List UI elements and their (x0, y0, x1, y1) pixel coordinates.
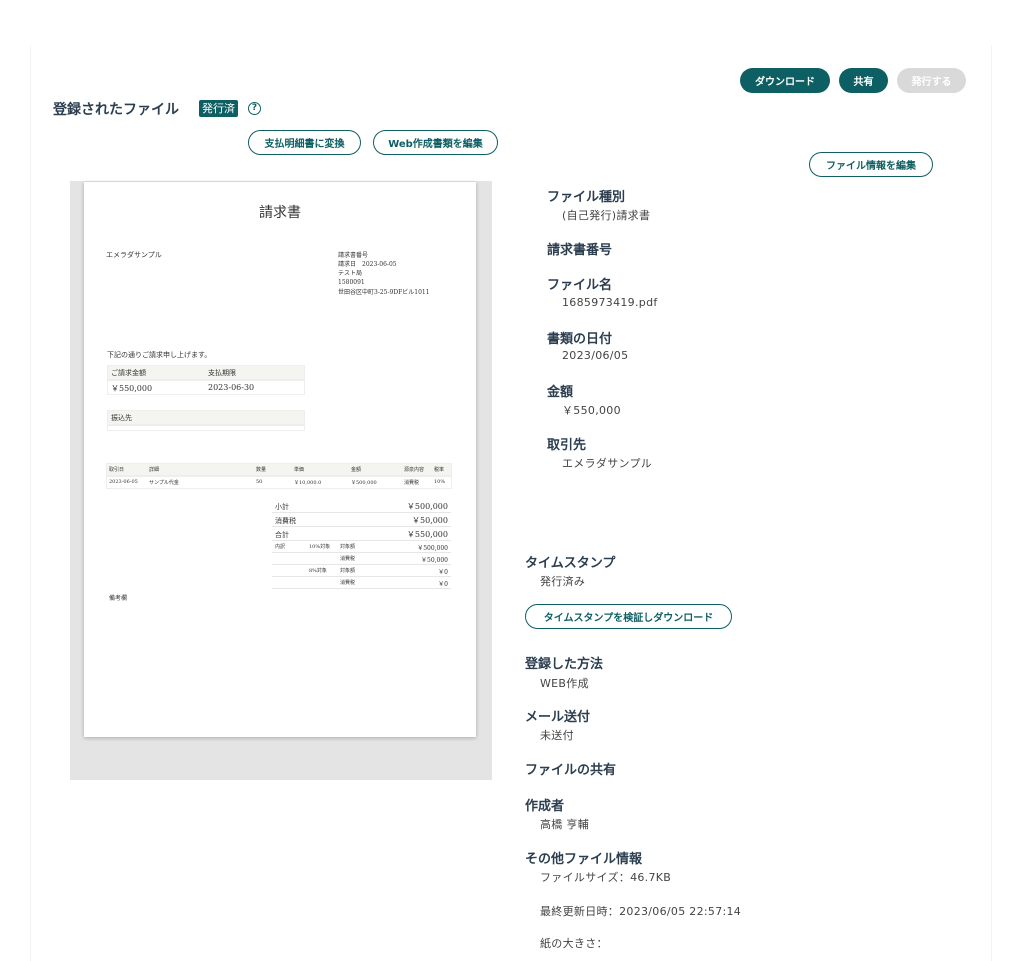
issuer-line: 1580091 (338, 279, 365, 286)
download-button[interactable]: ダウンロード (740, 68, 830, 93)
file-type-label: ファイル種別 (547, 190, 626, 205)
items-col-header: 取引日 (109, 467, 125, 473)
items-col-header: 数量 (256, 467, 267, 473)
tax-label: 消費税 (275, 517, 296, 525)
partner-label: 取引先 (547, 438, 587, 453)
totals-divider (272, 588, 451, 589)
totals-divider (272, 576, 451, 577)
r8-target: ￥0 (438, 569, 448, 576)
invoice-recipient: エメラダサンプル (106, 251, 162, 259)
status-badge: 発行済 (199, 100, 238, 117)
document-date-label: 書類の日付 (547, 332, 613, 347)
invoice-title: 請求書 (259, 205, 301, 221)
totals-divider (272, 552, 451, 553)
r10-target: ￥500,000 (417, 545, 448, 552)
items-cell: ￥500,000 (351, 480, 377, 486)
creator-label: 作成者 (525, 799, 565, 814)
issuer-line: テスト局 (338, 270, 363, 277)
timestamp-value: 発行済み (540, 575, 586, 588)
items-cell: 2023-06-05 (109, 479, 138, 485)
totals-divider (272, 540, 451, 541)
tax-value: ￥50,000 (412, 516, 448, 525)
mail-sent-value: 未送付 (540, 729, 574, 742)
issue-button: 発行する (897, 68, 966, 93)
partner-value: エメラダサンプル (562, 457, 653, 470)
last-modified-value: 最終更新日時：2023/06/05 22:57:14 (540, 905, 742, 918)
totals-divider (272, 512, 451, 513)
tax-small-label: 消費税 (340, 580, 356, 586)
issuer-line: 請求日 2023-06-05 (338, 261, 397, 268)
due-value: 2023-06-30 (208, 383, 255, 392)
bank-header-box (107, 410, 305, 425)
items-cell: 50 (256, 479, 263, 485)
r8-tax: ￥0 (438, 581, 448, 588)
creator-value: 高橋 亨輔 (540, 818, 589, 831)
due-header: 支払期限 (208, 369, 236, 377)
registration-method-label: 登録した方法 (525, 657, 604, 672)
totals-divider (272, 564, 451, 565)
subtotal-value: ￥500,000 (406, 502, 448, 511)
bank-header: 振込先 (111, 414, 132, 422)
rate10-label: 10%対象 (309, 544, 331, 550)
issuer-line: 世田谷区中町3-25-9DFビル1011 (338, 289, 430, 296)
rate8-label: 8%対象 (309, 568, 327, 574)
invoice-page: 請求書 エメラダサンプル 請求書番号 請求日 2023-06-05 テスト局 1… (84, 182, 476, 737)
target-label: 対象額 (340, 568, 356, 574)
edit-web-document-button[interactable]: Web作成書類を編集 (373, 130, 498, 155)
items-cell: サンプル代金 (149, 480, 179, 486)
timestamp-label: タイムスタンプ (525, 556, 616, 571)
invoice-greeting: 下記の通りご請求申し上げます。 (107, 351, 212, 359)
tax-small-label: 消費税 (340, 556, 356, 562)
r10-tax: ￥50,000 (421, 557, 448, 564)
file-name-value: 1685973419.pdf (562, 296, 658, 309)
mail-sent-label: メール送付 (525, 710, 591, 725)
amount-value: ￥550,000 (111, 384, 153, 393)
totals-divider (272, 526, 451, 527)
items-cell: ￥10,000.0 (294, 480, 322, 486)
bank-body-box (107, 425, 305, 431)
total-value: ￥550,000 (406, 530, 448, 539)
other-file-info-label: その他ファイル情報 (525, 852, 643, 867)
registration-method-value: WEB作成 (540, 677, 589, 690)
items-col-header: 詳細 (149, 467, 160, 473)
issuer-line: 請求書番号 (338, 252, 369, 259)
edit-file-info-button[interactable]: ファイル情報を編集 (809, 152, 933, 177)
paper-size-value: 紙の大きさ： (540, 937, 608, 950)
subtotal-label: 小計 (275, 503, 289, 511)
items-col-header: 単価 (294, 467, 305, 473)
verify-timestamp-download-button[interactable]: タイムスタンプを検証しダウンロード (525, 604, 732, 629)
invoice-number-label: 請求書番号 (547, 243, 613, 258)
amount-header: ご請求金額 (111, 369, 146, 377)
page-title: 登録されたファイル (53, 102, 179, 118)
items-col-header: 税率 (434, 467, 445, 473)
items-col-header: 金額 (351, 467, 362, 473)
file-type-value: (自己発行)請求書 (562, 209, 651, 222)
remarks-label: 備考欄 (109, 595, 128, 602)
convert-to-payment-statement-button[interactable]: 支払明細書に変換 (248, 130, 361, 155)
share-button[interactable]: 共有 (839, 68, 888, 93)
file-size-value: ファイルサイズ：46.7KB (540, 871, 672, 884)
total-label: 合計 (275, 531, 289, 539)
help-icon[interactable]: ? (248, 102, 261, 115)
items-cell: 消費税 (404, 480, 420, 486)
amount-label: 金額 (547, 385, 574, 400)
document-date-value: 2023/06/05 (562, 349, 629, 362)
target-label: 対象額 (340, 544, 356, 550)
items-col-header: 源泉内容 (404, 467, 425, 473)
items-cell: 10% (434, 479, 446, 485)
breakdown-label: 内訳 (275, 544, 286, 550)
file-name-label: ファイル名 (547, 278, 613, 293)
file-sharing-label: ファイルの共有 (525, 763, 617, 778)
amount-value: ￥550,000 (562, 404, 621, 417)
